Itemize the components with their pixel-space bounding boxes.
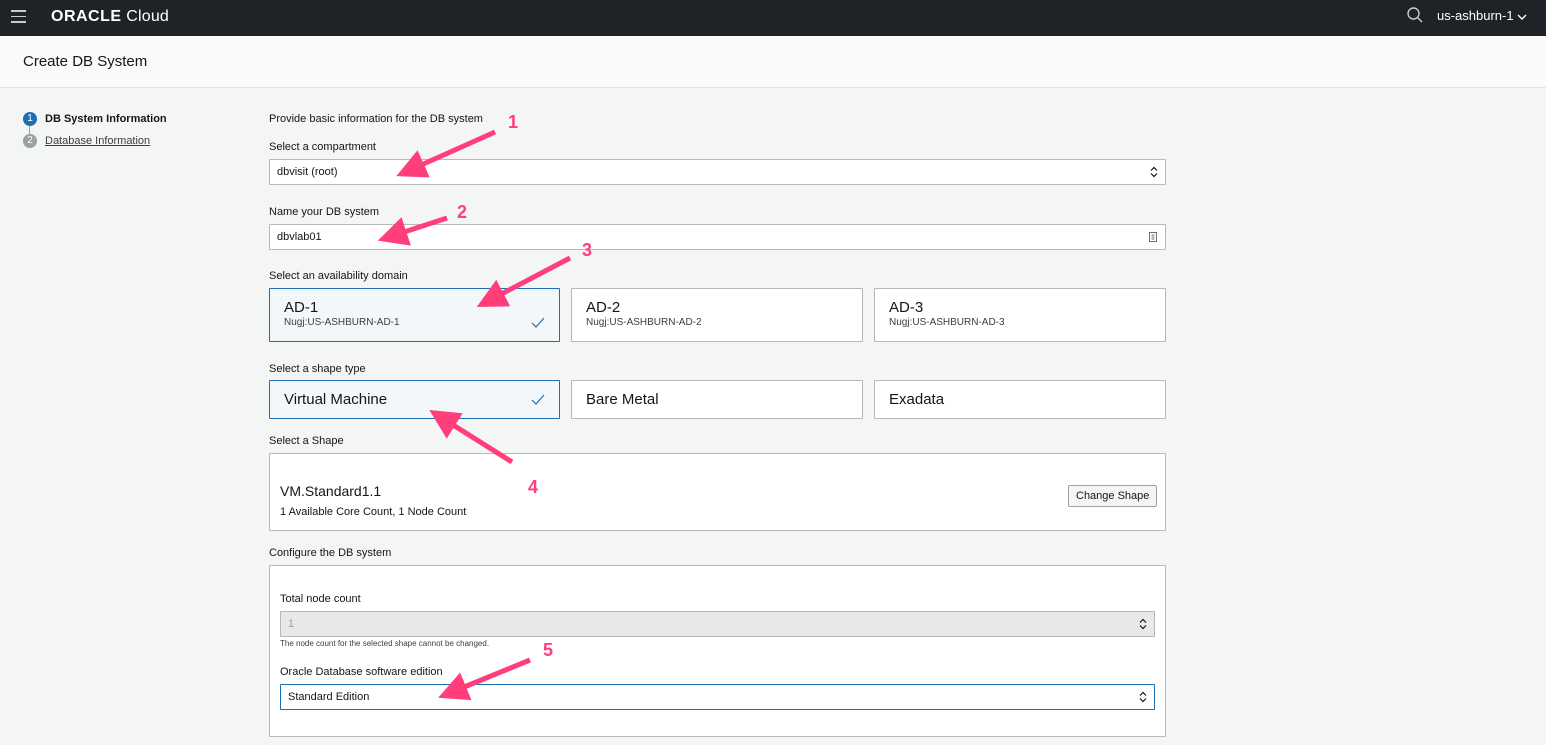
shape-details: 1 Available Core Count, 1 Node Count <box>280 506 467 518</box>
step-connector <box>29 126 30 134</box>
check-icon <box>531 317 545 328</box>
ad-1-card[interactable]: AD-1 Nugj:US-ASHBURN-AD-1 <box>269 288 560 342</box>
configure-panel: Total node count 1 The node count for th… <box>269 565 1166 737</box>
virtual-machine-card[interactable]: Virtual Machine <box>269 380 560 419</box>
compartment-select[interactable]: dbvisit (root) <box>269 159 1166 185</box>
ad-subtitle: Nugj:US-ASHBURN-AD-2 <box>586 317 702 328</box>
db-name-label: Name your DB system <box>269 206 380 218</box>
check-icon <box>531 394 545 405</box>
region-selector[interactable]: us-ashburn-1 <box>1437 8 1528 23</box>
configure-label: Configure the DB system <box>269 547 392 559</box>
ad-subtitle: Nugj:US-ASHBURN-AD-3 <box>889 317 1005 328</box>
select-arrows-icon <box>1139 691 1147 703</box>
region-label: us-ashburn-1 <box>1437 8 1514 23</box>
shape-label: Select a Shape <box>269 435 344 447</box>
select-arrows-icon <box>1139 618 1147 630</box>
ad-3-card[interactable]: AD-3 Nugj:US-ASHBURN-AD-3 <box>874 288 1166 342</box>
ad-2-card[interactable]: AD-2 Nugj:US-ASHBURN-AD-2 <box>571 288 863 342</box>
shape-type-title: Exadata <box>889 391 945 408</box>
step-number: 1 <box>23 112 37 126</box>
step-number: 2 <box>23 134 37 148</box>
clipboard-icon <box>1149 232 1157 242</box>
form-intro: Provide basic information for the DB sys… <box>269 113 483 125</box>
top-navigation-bar: ORACLE Cloud us-ashburn-1 <box>0 0 1546 36</box>
db-name-value: dbvlab01 <box>277 231 322 243</box>
oracle-cloud-logo[interactable]: ORACLE Cloud <box>51 8 169 26</box>
node-count-select[interactable]: 1 <box>280 611 1155 637</box>
annotation-label: 1 <box>508 112 518 132</box>
node-count-value: 1 <box>288 618 295 630</box>
ad-subtitle: Nugj:US-ASHBURN-AD-1 <box>284 317 400 328</box>
select-arrows-icon <box>1150 166 1158 178</box>
edition-value: Standard Edition <box>288 691 370 703</box>
edition-select[interactable]: Standard Edition <box>280 684 1155 710</box>
step-label[interactable]: Database Information <box>45 135 150 147</box>
db-name-input[interactable]: dbvlab01 <box>269 224 1166 250</box>
ad-title: AD-3 <box>889 299 924 316</box>
compartment-label: Select a compartment <box>269 141 376 153</box>
shape-panel: VM.Standard1.1 1 Available Core Count, 1… <box>269 453 1166 531</box>
change-shape-button[interactable]: Change Shape <box>1068 485 1158 507</box>
chevron-down-icon <box>1517 14 1527 20</box>
availability-domain-label: Select an availability domain <box>269 270 408 282</box>
shape-type-label: Select a shape type <box>269 363 366 375</box>
step-label: DB System Information <box>45 113 167 125</box>
annotation-label: 2 <box>457 202 467 222</box>
node-count-label: Total node count <box>280 593 361 605</box>
exadata-card[interactable]: Exadata <box>874 380 1166 419</box>
ad-title: AD-1 <box>284 299 319 316</box>
page-header: Create DB System <box>0 36 1546 88</box>
node-count-help: The node count for the selected shape ca… <box>280 639 490 648</box>
shape-type-title: Virtual Machine <box>284 391 388 408</box>
edition-label: Oracle Database software edition <box>280 666 443 678</box>
page-title: Create DB System <box>23 53 148 70</box>
ad-title: AD-2 <box>586 299 621 316</box>
shape-name: VM.Standard1.1 <box>280 483 382 499</box>
menu-icon[interactable] <box>11 10 26 23</box>
compartment-value: dbvisit (root) <box>277 166 338 178</box>
bare-metal-card[interactable]: Bare Metal <box>571 380 863 419</box>
shape-type-title: Bare Metal <box>586 391 659 408</box>
search-icon[interactable] <box>1406 6 1424 24</box>
